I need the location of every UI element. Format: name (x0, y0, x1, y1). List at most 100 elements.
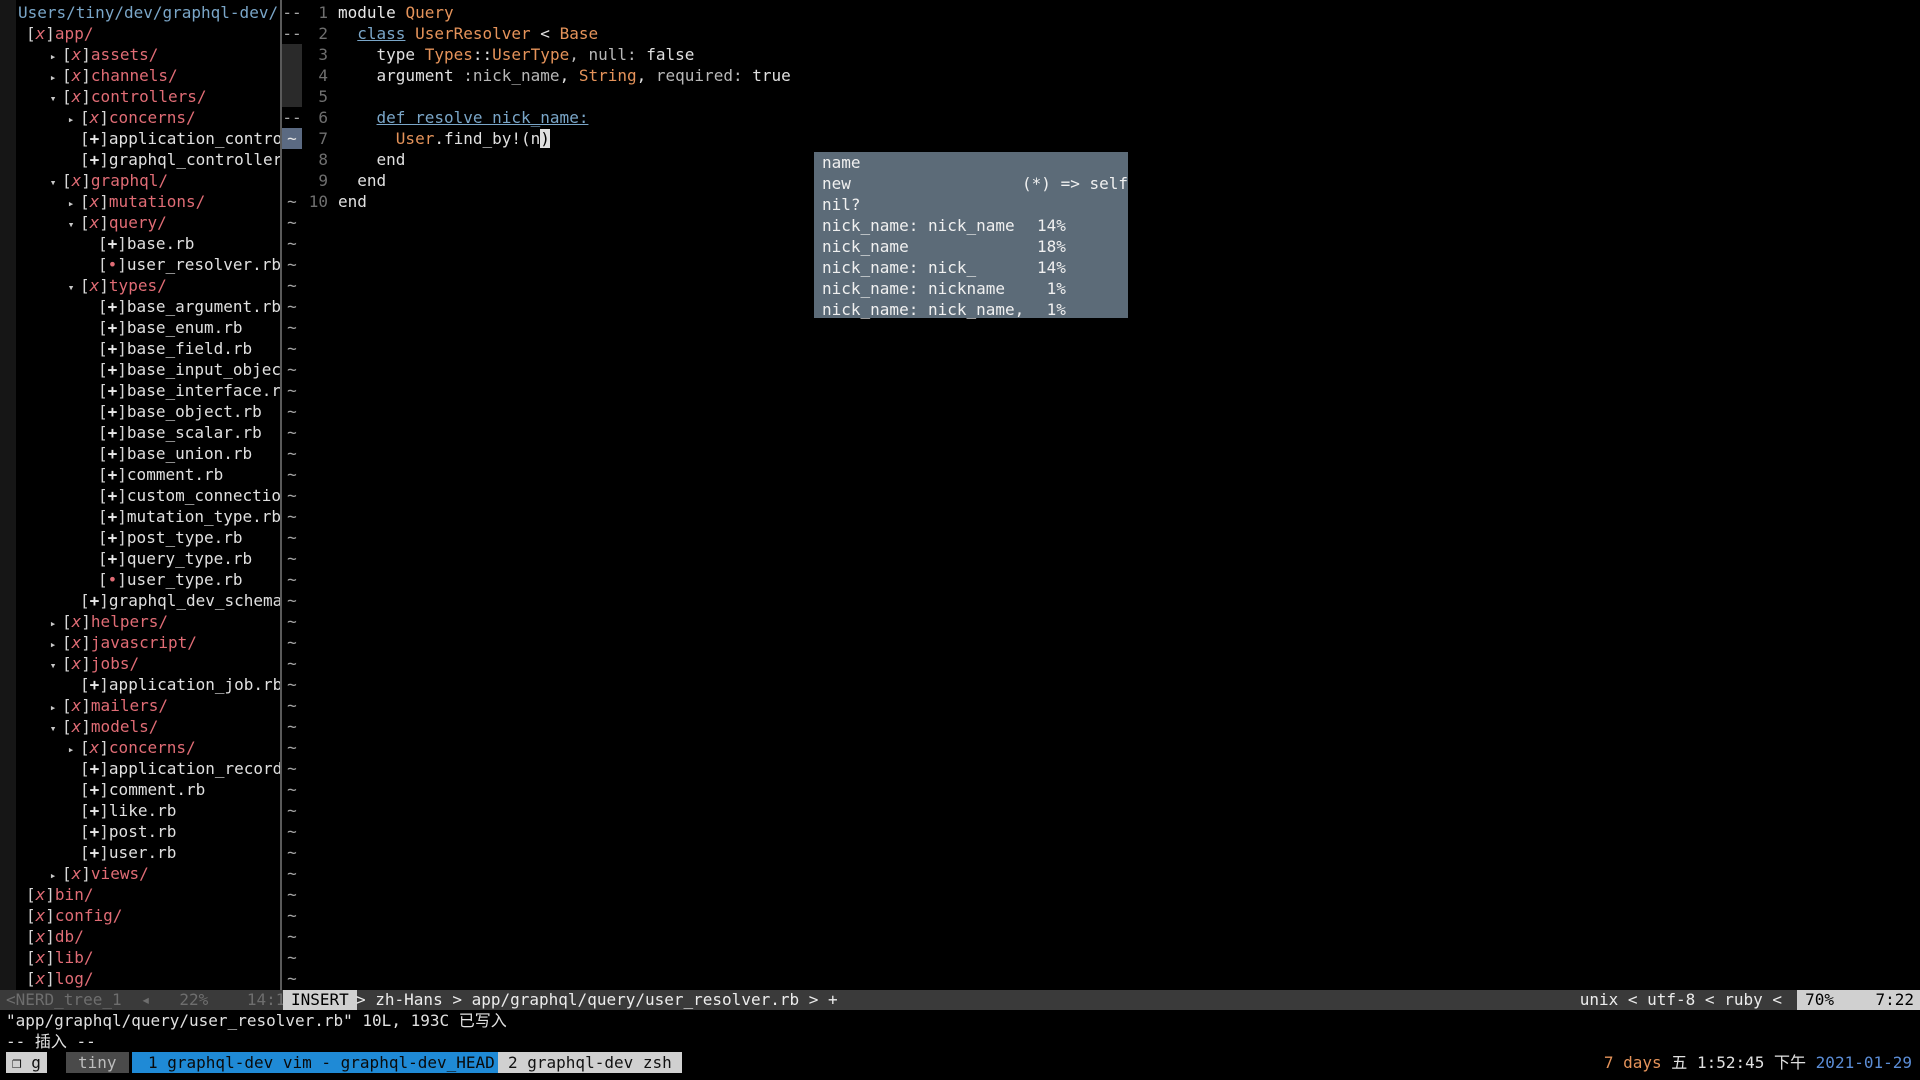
tree-dir[interactable]: ▸ [x]channels/ (18, 65, 280, 86)
tree-dir[interactable]: ▸ [x]concerns/ (18, 737, 280, 758)
sign-cell: ~ (287, 444, 297, 463)
bracket: ] (117, 360, 127, 379)
bracket: [ (98, 402, 108, 421)
bracket: ] (99, 192, 109, 211)
tree-item-label: comment.rb (126, 465, 224, 484)
code-line[interactable]: 4 argument :nick_name, String, required:… (304, 65, 1914, 86)
tree-file[interactable]: [+]base_object.rb (18, 401, 280, 422)
tree-dir[interactable]: [x]log/ (18, 968, 280, 988)
file-status-icon: + (89, 129, 100, 148)
tree-file[interactable]: [+]base_enum.rb (18, 317, 280, 338)
tree-file[interactable]: [+]like.rb (18, 800, 280, 821)
code-token: User (395, 129, 435, 148)
tree-item-label: concerns/ (108, 108, 196, 127)
bracket: ] (81, 696, 91, 715)
tree-file[interactable]: [+]application_record.r (18, 758, 280, 779)
tree-dir[interactable]: [x]app/ (18, 23, 280, 44)
tree-dir[interactable]: ▾ [x]models/ (18, 716, 280, 737)
sign-cell: ~ (287, 234, 297, 253)
bracket: [ (62, 696, 72, 715)
tree-dir[interactable]: ▾ [x]query/ (18, 212, 280, 233)
tree-dir[interactable]: [x]db/ (18, 926, 280, 947)
file-status-icon: + (89, 780, 100, 799)
tree-dir[interactable]: ▸ [x]mutations/ (18, 191, 280, 212)
tree-dir[interactable]: [x]config/ (18, 905, 280, 926)
bracket: [ (26, 969, 36, 988)
tree-file[interactable]: [+]post_type.rb (18, 527, 280, 548)
completion-popup[interactable]: name new (*) => self nil? nick_name: nick_na… (814, 152, 1128, 320)
tree-file[interactable]: [+]base.rb (18, 233, 280, 254)
completion-info: 1% (1037, 300, 1066, 319)
tmux-window-2[interactable]: 2 graphql-dev zsh (498, 1052, 682, 1073)
tree-file[interactable]: [+]base_field.rb (18, 338, 280, 359)
bracket: ] (117, 297, 127, 316)
tree-dir[interactable]: ▾ [x]controllers/ (18, 86, 280, 107)
bracket: [ (80, 822, 90, 841)
clock-time: 1:52:45 下午 (1696, 1053, 1807, 1072)
bracket: ] (117, 318, 127, 337)
tree-file[interactable]: [+]base_input_object. (18, 359, 280, 380)
tree-file[interactable]: [+]post.rb (18, 821, 280, 842)
completion-item[interactable]: nick_name: nick_name 14% (814, 215, 1128, 236)
tree-file[interactable]: [+]base_scalar.rb (18, 422, 280, 443)
tree-file[interactable]: [+]comment.rb (18, 779, 280, 800)
completion-word: nil? (822, 195, 861, 214)
tree-dir[interactable]: ▸ [x]views/ (18, 863, 280, 884)
tree-file[interactable]: [+]application_job.rb (18, 674, 280, 695)
tmux-window-1[interactable]: 1 graphql-dev vim - graphql-dev_HEAD (132, 1052, 507, 1073)
tree-dir[interactable]: ▸ [x]concerns/ (18, 107, 280, 128)
nerdtree-panel[interactable]: Users/tiny/dev/graphql-dev/ [x]app/▸ [x]a… (18, 2, 280, 988)
tree-dir[interactable]: [x]bin/ (18, 884, 280, 905)
tree-item-label: views/ (90, 864, 149, 883)
tree-file[interactable]: [+]graphql_dev_schema.r (18, 590, 280, 611)
tree-file[interactable]: [+]query_type.rb (18, 548, 280, 569)
tmux-session[interactable]: ❐ g (6, 1052, 47, 1073)
code-line[interactable]: 1 module Query (304, 2, 1914, 23)
tree-file[interactable]: [•]user_resolver.rb (18, 254, 280, 275)
bracket: ] (117, 486, 127, 505)
completion-item[interactable]: nick_name 18% (814, 236, 1128, 257)
code-line[interactable]: 7 User.find_by!(n) (304, 128, 1914, 149)
tree-dir[interactable]: [x]lib/ (18, 947, 280, 968)
tree-file[interactable]: [+]graphql_controller.r (18, 149, 280, 170)
tree-dir[interactable]: ▸ [x]helpers/ (18, 611, 280, 632)
tree-item-label: user_type.rb (126, 570, 243, 589)
tree-file[interactable]: [+]base_interface.rb (18, 380, 280, 401)
expanded-arrow-icon: ▾ (49, 92, 57, 105)
tree-file[interactable]: [+]base_union.rb (18, 443, 280, 464)
tree-file[interactable]: [+]base_argument.rb (18, 296, 280, 317)
tree-dir[interactable]: ▸ [x]mailers/ (18, 695, 280, 716)
tree-file[interactable]: [+]application_controll (18, 128, 280, 149)
code-line[interactable]: 2 class UserResolver < Base (304, 23, 1914, 44)
tree-dir[interactable]: ▸ [x]javascript/ (18, 632, 280, 653)
tree-file[interactable]: [+]user.rb (18, 842, 280, 863)
completion-item[interactable]: name (814, 152, 1128, 173)
bracket: [ (98, 549, 108, 568)
tree-dir[interactable]: ▾ [x]jobs/ (18, 653, 280, 674)
completion-item[interactable]: nil? (814, 194, 1128, 215)
sign-cell: ~ (287, 969, 297, 988)
tree-file[interactable]: [•]user_type.rb (18, 569, 280, 590)
tree-item-label: base_field.rb (126, 339, 253, 358)
tree-dir[interactable]: ▾ [x]graphql/ (18, 170, 280, 191)
tree-dir[interactable]: ▾ [x]types/ (18, 275, 280, 296)
completion-item[interactable]: nick_name: nickname 1% (814, 278, 1128, 299)
completion-item[interactable]: nick_name: nick_ 14% (814, 257, 1128, 278)
completion-item[interactable]: new (*) => self (814, 173, 1128, 194)
tree-file[interactable]: [+]comment.rb (18, 464, 280, 485)
code-line[interactable]: 5 (304, 86, 1914, 107)
tree-file[interactable]: [+]custom_connection. (18, 485, 280, 506)
line-number: 3 (318, 45, 328, 64)
sign-cell: ~ (287, 780, 297, 799)
sign-cell: ~ (287, 423, 297, 442)
editor-pane[interactable]: 1 module Query 2 class UserResolver < Base… (304, 2, 1914, 988)
code-line[interactable]: 3 type Types::UserType, null: false (304, 44, 1914, 65)
tree-file[interactable]: [+]mutation_type.rb (18, 506, 280, 527)
code-line[interactable]: 6 def resolve nick_name: (304, 107, 1914, 128)
tree-root-path[interactable]: Users/tiny/dev/graphql-dev/ (18, 2, 280, 23)
completion-item[interactable]: nick_name: nick_name, 1% (814, 299, 1128, 320)
sign-cell: ~ (287, 801, 297, 820)
completion-word: name (822, 153, 861, 172)
tree-dir[interactable]: ▸ [x]assets/ (18, 44, 280, 65)
code-token: Query (405, 3, 454, 22)
